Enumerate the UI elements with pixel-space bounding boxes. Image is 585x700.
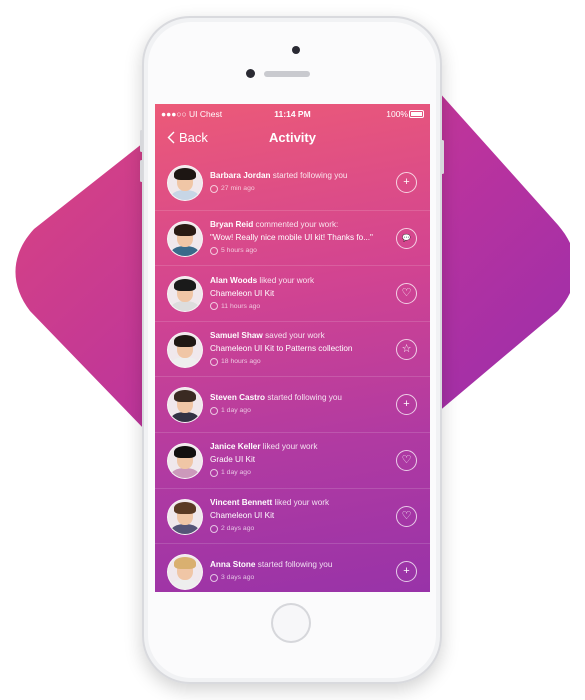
- volume-button: [140, 160, 143, 182]
- activity-text: Vincent Bennett liked your work Chameleon…: [210, 496, 390, 535]
- list-item[interactable]: Anna Stone started following you 3 days a…: [155, 543, 430, 592]
- page-title: Activity: [269, 130, 316, 145]
- power-button: [441, 140, 444, 174]
- list-item[interactable]: Vincent Bennett liked your work Chameleon…: [155, 487, 430, 544]
- front-camera: [246, 69, 255, 78]
- activity-action: saved your work: [262, 331, 325, 341]
- list-item[interactable]: Bryan Reid commented your work: "Wow! Rea…: [155, 209, 430, 266]
- activity-action: liked your work: [272, 498, 330, 508]
- user-name[interactable]: Anna Stone: [210, 560, 256, 569]
- list-item[interactable]: Steven Castro started following you 1 day…: [155, 376, 430, 432]
- user-name[interactable]: Janice Keller: [210, 442, 261, 451]
- star-icon[interactable]: ☆: [396, 338, 417, 360]
- clock-icon: [210, 302, 218, 311]
- heart-icon[interactable]: ♡: [396, 505, 417, 527]
- avatar[interactable]: [167, 442, 203, 479]
- avatar[interactable]: [167, 331, 203, 368]
- clock-icon: [210, 246, 218, 255]
- activity-detail: Chameleon UI Kit: [210, 288, 275, 298]
- user-name[interactable]: Steven Castro: [210, 393, 265, 402]
- heart-icon[interactable]: ♡: [396, 449, 417, 471]
- user-name[interactable]: Barbara Jordan: [210, 171, 271, 180]
- activity-action: started following you: [255, 560, 333, 570]
- list-item[interactable]: Barbara Jordan started following you 27 m…: [155, 155, 430, 210]
- heart-icon[interactable]: ♡: [396, 283, 417, 305]
- speaker: [264, 71, 310, 77]
- battery-icon: [409, 110, 424, 118]
- plus-icon[interactable]: +: [396, 394, 417, 416]
- activity-time: 2 days ago: [210, 522, 390, 535]
- activity-detail: Grade UI Kit: [210, 455, 256, 465]
- plus-icon[interactable]: +: [396, 561, 417, 583]
- avatar[interactable]: [167, 387, 203, 424]
- activity-action: commented your work:: [253, 220, 339, 230]
- time-label: 1 day ago: [221, 407, 251, 415]
- activity-time: 27 min ago: [210, 182, 390, 195]
- activity-detail: Chameleon UI Kit: [210, 511, 275, 521]
- app-screen: ●●●○○ UI Chest 11:14 PM 100% Back Activi…: [155, 104, 430, 592]
- avatar[interactable]: [167, 554, 203, 591]
- time-label: 1 day ago: [221, 469, 251, 477]
- sensor: [292, 46, 300, 54]
- clock-icon: [210, 468, 218, 477]
- nav-bar: Back Activity: [155, 130, 430, 154]
- activity-detail: "Wow! Really nice mobile UI kit! Thanks …: [210, 233, 373, 243]
- activity-text: Alan Woods liked your work Chameleon UI K…: [210, 274, 390, 313]
- comment-icon[interactable]: 💬: [396, 227, 417, 249]
- list-item[interactable]: Janice Keller liked your work Grade UI Ki…: [155, 431, 430, 488]
- activity-text: Samuel Shaw saved your work Chameleon UI …: [210, 329, 390, 368]
- time-label: 5 hours ago: [221, 247, 257, 255]
- activity-time: 1 day ago: [210, 404, 390, 417]
- user-name[interactable]: Bryan Reid: [210, 220, 253, 229]
- clock-icon: [210, 573, 218, 582]
- avatar[interactable]: [167, 220, 203, 257]
- user-name[interactable]: Vincent Bennett: [210, 498, 272, 507]
- battery-text: 100%: [386, 109, 408, 119]
- activity-time: 18 hours ago: [210, 355, 390, 368]
- activity-text: Barbara Jordan started following you 27 m…: [210, 169, 390, 195]
- home-button[interactable]: [271, 603, 311, 643]
- activity-text: Bryan Reid commented your work: "Wow! Rea…: [210, 218, 390, 257]
- clock-icon: [210, 524, 218, 533]
- list-item[interactable]: Samuel Shaw saved your work Chameleon UI …: [155, 320, 430, 377]
- user-name[interactable]: Samuel Shaw: [210, 331, 263, 340]
- plus-icon[interactable]: +: [396, 172, 417, 193]
- activity-time: 3 days ago: [210, 571, 390, 584]
- activity-time: 1 day ago: [210, 466, 390, 479]
- activity-action: liked your work: [257, 275, 315, 285]
- activity-time: 5 hours ago: [210, 244, 390, 257]
- activity-time: 11 hours ago: [210, 300, 390, 313]
- volume-button: [140, 130, 143, 152]
- activity-action: liked your work: [260, 442, 318, 452]
- clock-icon: [210, 184, 218, 193]
- activity-action: started following you: [270, 171, 348, 180]
- clock-icon: [210, 357, 218, 366]
- time-label: 2 days ago: [221, 525, 255, 533]
- clock-icon: [210, 406, 218, 415]
- activity-text: Anna Stone started following you 3 days a…: [210, 558, 390, 584]
- activity-detail: Chameleon UI Kit to Patterns collection: [210, 344, 353, 354]
- time-label: 27 min ago: [221, 185, 255, 192]
- avatar[interactable]: [167, 165, 203, 201]
- activity-text: Janice Keller liked your work Grade UI Ki…: [210, 440, 390, 479]
- time-label: 11 hours ago: [221, 302, 261, 310]
- activity-text: Steven Castro started following you 1 day…: [210, 391, 390, 417]
- avatar[interactable]: [167, 276, 203, 313]
- time-label: 3 days ago: [221, 574, 255, 582]
- avatar[interactable]: [167, 498, 203, 535]
- list-item[interactable]: Alan Woods liked your work Chameleon UI K…: [155, 265, 430, 321]
- status-bar: ●●●○○ UI Chest 11:14 PM 100%: [155, 104, 430, 122]
- activity-action: started following you: [265, 393, 342, 403]
- time-label: 18 hours ago: [221, 358, 261, 366]
- activity-list: Barbara Jordan started following you 27 m…: [155, 155, 430, 592]
- user-name[interactable]: Alan Woods: [210, 276, 257, 285]
